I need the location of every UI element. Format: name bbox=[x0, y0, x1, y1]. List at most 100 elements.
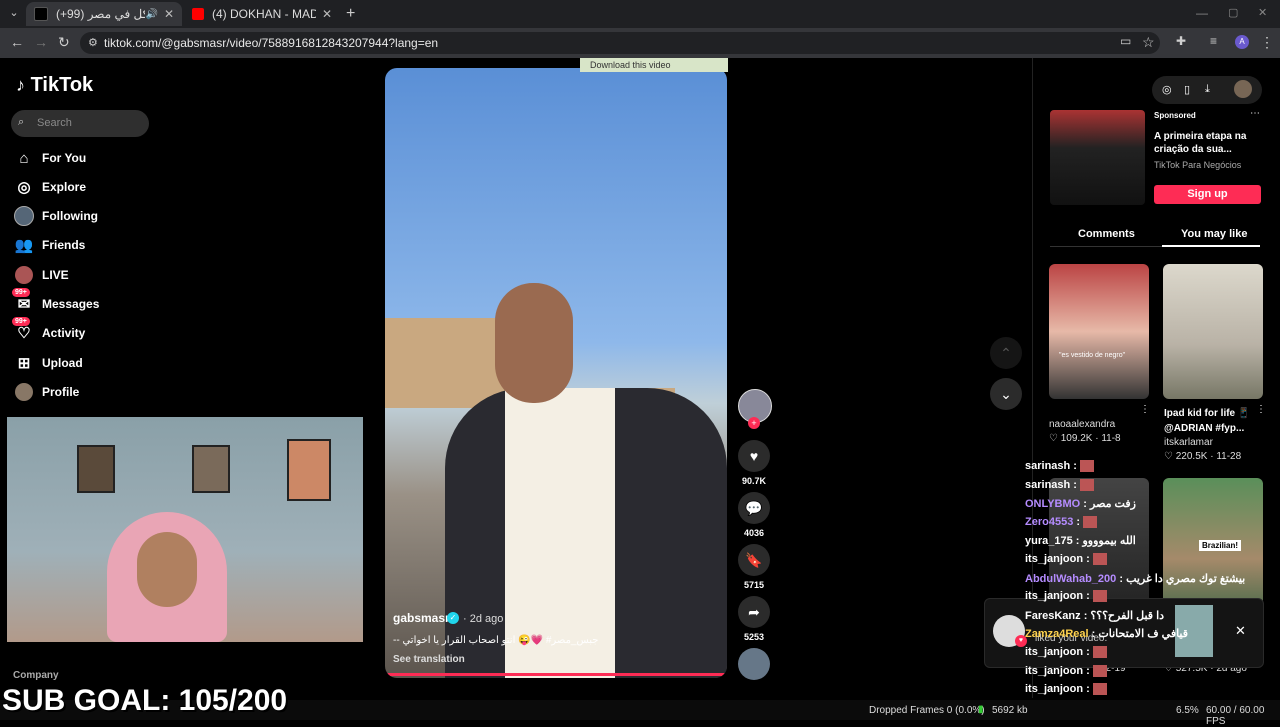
recommended-author[interactable]: naoaalexandra bbox=[1049, 419, 1115, 430]
chat-message: sarinash : bbox=[1025, 478, 1095, 491]
chat-text: الله بيموووو bbox=[1082, 535, 1136, 548]
see-translation-link[interactable]: See translation bbox=[393, 654, 465, 665]
chat-separator: : bbox=[1072, 535, 1083, 548]
nav-following[interactable]: Following bbox=[14, 205, 98, 227]
like-button[interactable]: ♥ 90.7K bbox=[738, 440, 770, 486]
recommended-author[interactable]: itskarlamar bbox=[1164, 437, 1213, 448]
comment-button[interactable]: 💬 4036 bbox=[738, 492, 770, 538]
ad-thumbnail[interactable] bbox=[1050, 110, 1145, 205]
scroll-down-button[interactable]: ⌄ bbox=[990, 378, 1022, 410]
chat-emote-icon bbox=[1092, 590, 1107, 603]
site-info-icon[interactable]: ⚙ bbox=[88, 36, 98, 49]
recommended-video-thumbnail[interactable]: "es vestido de negro" bbox=[1049, 264, 1149, 399]
recommended-caption[interactable]: Ipad kid for life 📱 @ADRIAN #fyp... bbox=[1164, 406, 1256, 436]
cast-icon[interactable]: ▭ bbox=[1120, 34, 1131, 48]
phone-icon[interactable]: ▯ bbox=[1184, 83, 1190, 96]
video-author[interactable]: gabsmasr bbox=[393, 611, 450, 625]
nav-profile[interactable]: Profile bbox=[14, 381, 79, 403]
nav-for-you[interactable]: ⌂ For You bbox=[14, 147, 86, 169]
chat-separator: : bbox=[1070, 478, 1081, 491]
chat-username: its_janjoon bbox=[1025, 683, 1084, 696]
tab-search-icon[interactable]: ⌄ bbox=[6, 6, 22, 22]
bookmark-star-icon[interactable]: ☆ bbox=[1142, 34, 1155, 51]
url-text: tiktok.com/@gabsmasr/video/7588916812843… bbox=[104, 36, 439, 50]
maximize-icon[interactable]: ▢ bbox=[1228, 6, 1238, 19]
media-icon[interactable]: ≡ bbox=[1210, 34, 1217, 48]
cpu-usage: 6.5% bbox=[1176, 705, 1199, 716]
search-input[interactable]: Search bbox=[11, 110, 149, 137]
tab-title: (+99) كروان مشاكل في مصر bbox=[56, 7, 145, 21]
nav-activity[interactable]: ♡ 99+ Activity bbox=[12, 317, 85, 344]
activity-badge: 99+ bbox=[12, 317, 30, 326]
recommended-video-thumbnail[interactable]: Brazilian! bbox=[1163, 478, 1263, 613]
chat-username: sarinash bbox=[1025, 478, 1071, 491]
nav-upload[interactable]: ⊞ Upload bbox=[14, 352, 83, 374]
chat-username: its_janjoon bbox=[1025, 664, 1084, 677]
more-icon[interactable]: ⋮ bbox=[1140, 404, 1150, 415]
streamer-face bbox=[137, 532, 197, 607]
wall-frame bbox=[287, 439, 331, 501]
audio-icon[interactable]: 🔊 bbox=[145, 9, 157, 20]
comment-count: 4036 bbox=[743, 528, 765, 538]
tab-comments[interactable]: Comments bbox=[1078, 228, 1135, 240]
more-icon[interactable]: ⋮ bbox=[1256, 404, 1266, 415]
chat-username: its_janjoon bbox=[1025, 646, 1084, 658]
profile-avatar[interactable]: A bbox=[1235, 35, 1249, 49]
share-button[interactable]: ➦ 5253 bbox=[738, 596, 770, 642]
video-progress-bar[interactable] bbox=[385, 673, 727, 676]
chat-username: AbdulWahab_200 bbox=[1025, 572, 1117, 585]
back-icon[interactable]: ← bbox=[10, 34, 24, 50]
new-tab-button[interactable]: + bbox=[346, 5, 355, 23]
company-link[interactable]: Company bbox=[13, 670, 59, 681]
ad-more-icon[interactable]: ⋯ bbox=[1250, 108, 1260, 119]
browser-tab-active[interactable]: (+99) كروان مشاكل في مصر 🔊 ✕ bbox=[26, 2, 182, 26]
extensions-icon[interactable]: ✚ bbox=[1176, 34, 1186, 48]
download-icon[interactable]: ⤓ bbox=[1205, 83, 1210, 96]
ad-title[interactable]: A primeira etapa na criação da sua... bbox=[1154, 130, 1258, 156]
chat-separator: : bbox=[1083, 646, 1093, 658]
minimize-icon[interactable]: — bbox=[1196, 6, 1208, 20]
nav-messages[interactable]: ✉ 99+ Messages bbox=[12, 288, 99, 315]
download-video-bar[interactable]: Download this video bbox=[580, 58, 728, 72]
logo-text: TikTok bbox=[30, 74, 94, 96]
nav-live[interactable]: LIVE bbox=[14, 264, 69, 286]
close-tab-icon[interactable]: ✕ bbox=[322, 7, 332, 21]
close-notification-icon[interactable]: ✕ bbox=[1235, 623, 1246, 639]
recommended-video-thumbnail[interactable] bbox=[1163, 264, 1263, 399]
scroll-up-button[interactable]: ⌃ bbox=[990, 337, 1022, 369]
chat-separator: : bbox=[1088, 628, 1099, 641]
upload-icon: ⊞ bbox=[17, 355, 31, 372]
close-window-icon[interactable]: ✕ bbox=[1258, 6, 1267, 19]
nav-label: Upload bbox=[42, 356, 83, 370]
nav-explore[interactable]: ◎ Explore bbox=[14, 176, 86, 198]
thumbnail-overlay-text: "es vestido de negro" bbox=[1059, 352, 1126, 359]
compass-icon: ◎ bbox=[17, 179, 31, 196]
profile-icon bbox=[14, 382, 34, 402]
chat-message: its_janjoon : bbox=[1025, 553, 1107, 566]
chat-separator: : bbox=[1083, 664, 1093, 677]
close-tab-icon[interactable]: ✕ bbox=[164, 7, 174, 21]
chat-separator: : bbox=[1083, 553, 1093, 565]
chat-message: its_janjoon : bbox=[1025, 646, 1107, 659]
wall-frame bbox=[77, 445, 115, 493]
user-avatar[interactable] bbox=[1234, 80, 1252, 98]
music-disc-button[interactable] bbox=[738, 648, 770, 680]
chat-username: ONLYBMO bbox=[1025, 498, 1081, 511]
forward-icon[interactable]: → bbox=[34, 34, 48, 50]
address-bar[interactable]: tiktok.com/@gabsmasr/video/7588916812843… bbox=[80, 32, 1160, 54]
tiktok-logo[interactable]: ♪ TikTok bbox=[16, 74, 93, 97]
save-button[interactable]: 🔖 5715 bbox=[738, 544, 770, 590]
recommended-stats: ♡ 109.2K · 11-8 bbox=[1049, 433, 1121, 444]
compass-icon[interactable]: ◎ bbox=[1162, 83, 1172, 96]
video-player[interactable]: gabsmasr ✓ · 2d ago -- جبس_مصر# 💗😜 انتو … bbox=[385, 68, 727, 678]
browser-tab[interactable]: (4) DOKHAN - MADAIMADA! | ✕ bbox=[184, 2, 340, 26]
creator-avatar-button[interactable]: + bbox=[738, 389, 772, 429]
ad-signup-button[interactable]: Sign up bbox=[1154, 185, 1261, 204]
follow-plus-icon[interactable]: + bbox=[748, 417, 760, 429]
reload-icon[interactable]: ↻ bbox=[58, 34, 70, 51]
tab-you-may-like[interactable]: You may like bbox=[1181, 228, 1247, 240]
chat-message: Zamza4Real : قيافي ف الامتحانات bbox=[1025, 627, 1188, 640]
nav-friends[interactable]: 👥 Friends bbox=[14, 234, 86, 256]
menu-icon[interactable]: ⋮ bbox=[1260, 34, 1274, 51]
streamer-webcam bbox=[7, 417, 363, 642]
